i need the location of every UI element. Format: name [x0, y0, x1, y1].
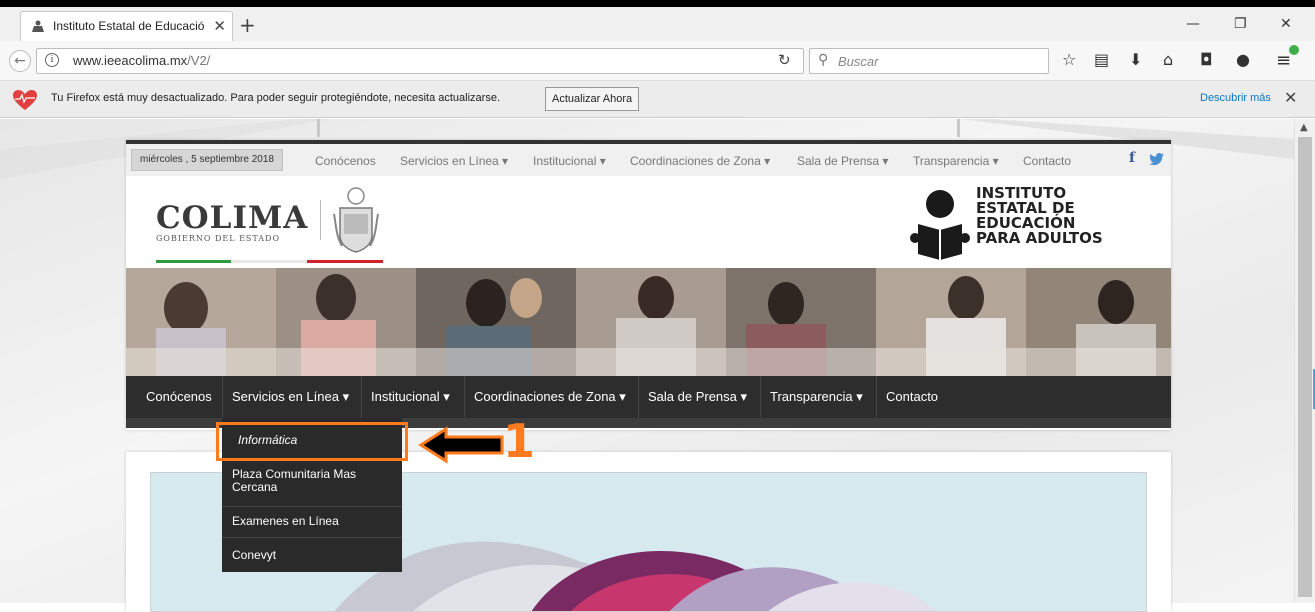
top-navigation: miércoles , 5 septiembre 2018 Conócenos …: [126, 144, 1171, 176]
institute-name: INSTITUTO ESTATAL DE EDUCACIÓN PARA ADUL…: [976, 186, 1103, 246]
info-icon[interactable]: i: [45, 53, 59, 67]
notification-message: Tu Firefox está muy desactualizado. Para…: [51, 92, 501, 104]
minimize-icon[interactable]: —: [1186, 16, 1200, 32]
home-icon[interactable]: ⌂: [1163, 50, 1173, 69]
site-favicon-icon: [32, 20, 44, 32]
scroll-up-icon[interactable]: ▲: [1300, 122, 1308, 133]
search-icon: ⚲: [818, 52, 829, 68]
dropdown-item-plaza-comunitaria[interactable]: Plaza Comunitaria Mas Cercana: [222, 468, 382, 494]
facebook-icon[interactable]: f: [1129, 150, 1135, 166]
institute-line: PARA ADULTOS: [976, 229, 1103, 247]
dropdown-divider: [222, 537, 402, 538]
window-close-icon[interactable]: ✕: [1280, 16, 1292, 32]
learn-more-link[interactable]: Descubrir más: [1200, 92, 1271, 104]
pocket-icon[interactable]: ◘: [1200, 50, 1213, 69]
top-menu-servicios[interactable]: Servicios en Línea ▾: [400, 154, 508, 168]
update-badge-icon: [1289, 45, 1299, 55]
url-text: www.ieeacolima.mx/V2/: [73, 53, 211, 68]
vertical-scrollbar[interactable]: ▲: [1294, 119, 1315, 603]
main-navigation: Conócenos Servicios en Línea ▾ Instituci…: [126, 376, 1171, 418]
top-menu-contacto[interactable]: Contacto: [1023, 154, 1071, 168]
site-container: miércoles , 5 septiembre 2018 Conócenos …: [126, 140, 1171, 430]
star-icon[interactable]: ☆: [1062, 50, 1076, 69]
navigation-toolbar: ← i www.ieeacolima.mx/V2/ ↻ ⚲ Buscar ☆ ▤…: [0, 41, 1315, 81]
colima-logo-title: COLIMA: [156, 200, 309, 236]
heart-icon: [13, 90, 37, 110]
top-menu-sala-prensa[interactable]: Sala de Prensa ▾: [797, 154, 888, 168]
update-notification: Tu Firefox está muy desactualizado. Para…: [0, 81, 1315, 118]
coat-of-arms-icon: [333, 187, 379, 253]
reading-list-icon[interactable]: ▤: [1094, 50, 1109, 69]
close-icon[interactable]: ✕: [213, 17, 226, 35]
menu-icon[interactable]: ≡: [1276, 50, 1291, 71]
extension-icon[interactable]: ●: [1236, 50, 1250, 69]
annotation-number: 1: [503, 414, 536, 468]
dropdown-item-examenes[interactable]: Examenes en Línea: [222, 514, 402, 528]
annotation-arrow-icon: [418, 426, 504, 464]
close-icon[interactable]: ✕: [1284, 88, 1297, 107]
annotation-highlight-box: [216, 422, 408, 461]
scroll-thumb[interactable]: [1298, 137, 1312, 597]
nav-servicios-en-linea[interactable]: Servicios en Línea ▾: [232, 376, 349, 418]
nav-institucional[interactable]: Institucional ▾: [371, 376, 450, 418]
date-label: miércoles , 5 septiembre 2018: [131, 149, 283, 171]
top-menu-conocenos[interactable]: Conócenos: [315, 154, 376, 168]
nav-separator: [638, 376, 639, 418]
tab-bar: Instituto Estatal de Educació ✕ + — ❐ ✕: [0, 7, 1315, 41]
search-bar[interactable]: ⚲ Buscar: [809, 48, 1049, 74]
nav-transparencia[interactable]: Transparencia ▾: [770, 376, 863, 418]
nav-separator: [361, 376, 362, 418]
colima-logo-subtitle: GOBIERNO DEL ESTADO: [156, 234, 281, 243]
nav-separator: [464, 376, 465, 418]
nav-separator: [222, 376, 223, 418]
nav-contacto[interactable]: Contacto: [886, 376, 938, 418]
nav-coordinaciones[interactable]: Coordinaciones de Zona ▾: [474, 376, 626, 418]
flag-line-white: [231, 260, 307, 263]
search-placeholder: Buscar: [838, 54, 879, 69]
top-menu-institucional[interactable]: Institucional ▾: [533, 154, 606, 168]
logo-divider: [320, 200, 321, 240]
top-menu-coordinaciones[interactable]: Coordinaciones de Zona ▾: [630, 154, 770, 168]
plus-icon[interactable]: +: [239, 13, 256, 37]
back-icon[interactable]: ←: [9, 50, 31, 72]
twitter-icon[interactable]: [1150, 153, 1164, 165]
download-icon[interactable]: ⬇: [1129, 50, 1142, 69]
photo-banner: [126, 268, 1171, 376]
flag-line-red: [307, 260, 383, 263]
restore-icon[interactable]: ❐: [1234, 16, 1247, 32]
tab-title: Instituto Estatal de Educació: [53, 19, 205, 33]
dropdown-divider: [222, 506, 402, 507]
window-top-edge: [0, 0, 1315, 7]
ieea-logo-icon: [910, 190, 970, 260]
nav-conocenos[interactable]: Conócenos: [146, 376, 212, 418]
reload-icon[interactable]: ↻: [778, 51, 791, 69]
flag-line-green: [156, 260, 231, 263]
update-now-button[interactable]: Actualizar Ahora: [545, 87, 640, 111]
nav-separator: [760, 376, 761, 418]
url-bar[interactable]: i www.ieeacolima.mx/V2/: [36, 48, 804, 74]
top-menu-transparencia[interactable]: Transparencia ▾: [913, 154, 999, 168]
nav-sala-de-prensa[interactable]: Sala de Prensa ▾: [648, 376, 747, 418]
nav-separator: [876, 376, 877, 418]
dropdown-item-conevyt[interactable]: Conevyt: [222, 548, 402, 562]
tab-active[interactable]: Instituto Estatal de Educació ✕: [20, 11, 233, 41]
site-header: COLIMA GOBIERNO DEL ESTADO INSTITUTO EST…: [126, 176, 1171, 268]
